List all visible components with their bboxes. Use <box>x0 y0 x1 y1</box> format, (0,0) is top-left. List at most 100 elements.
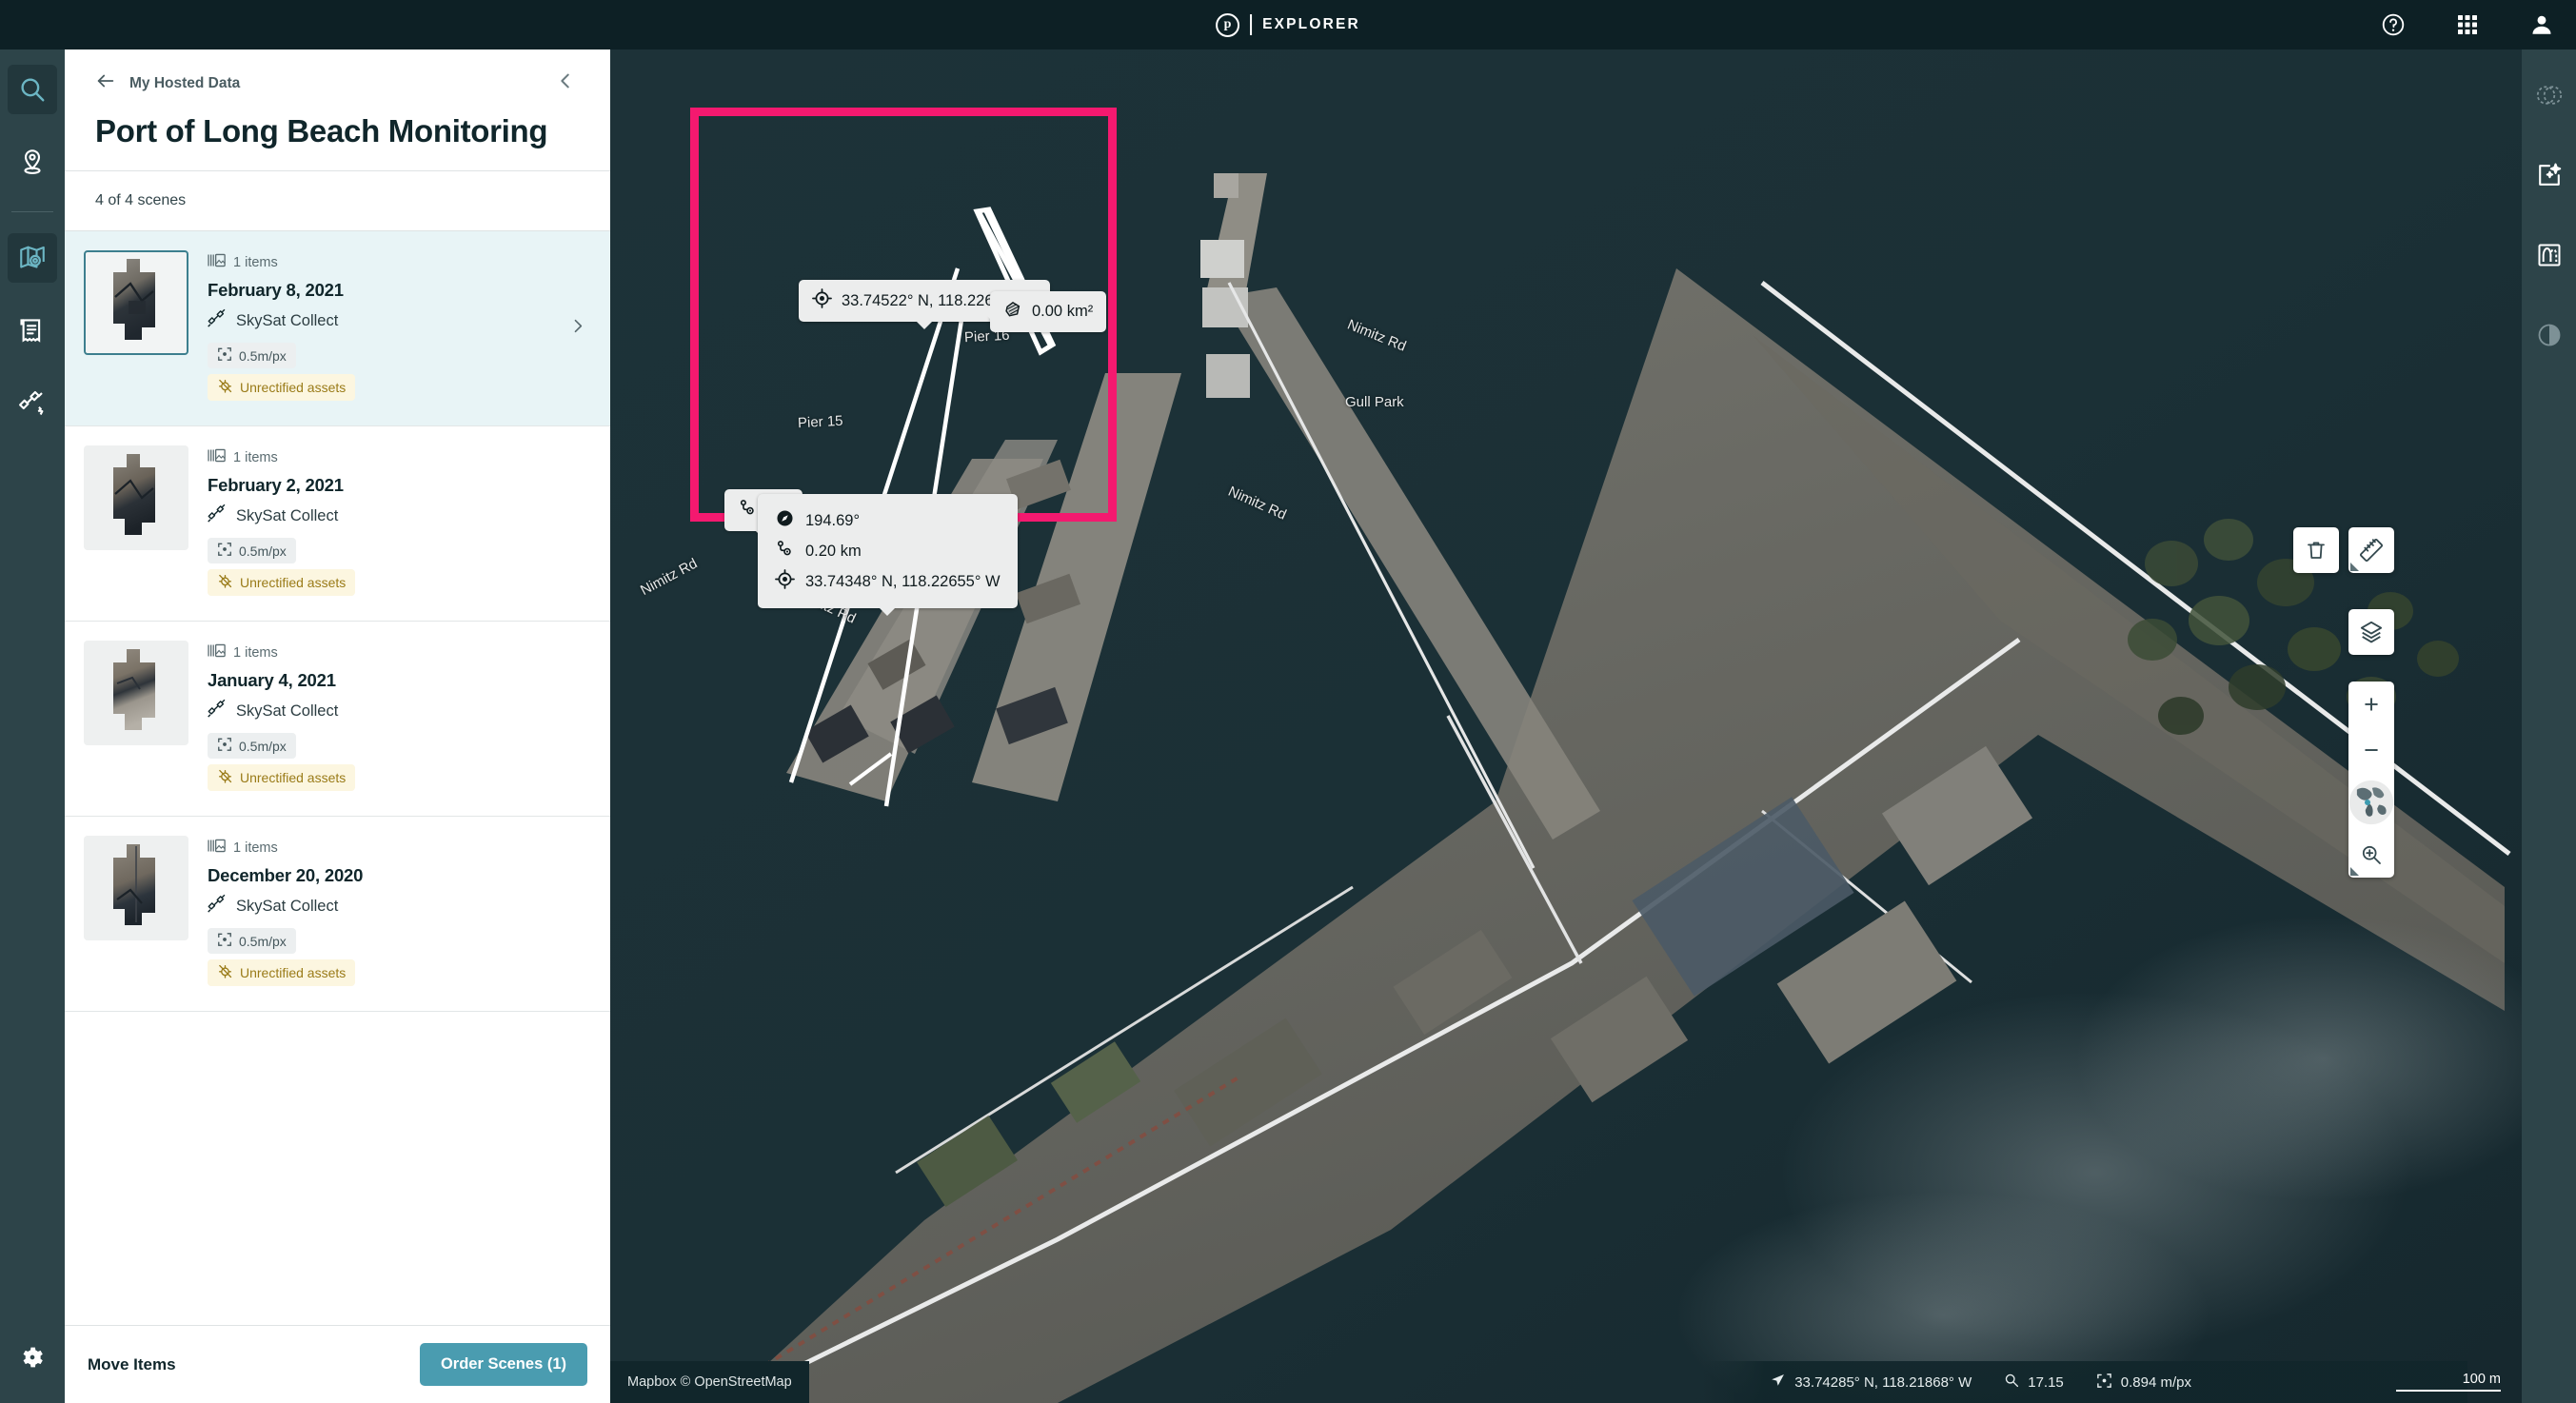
scene-info: 1 items February 2, 2021 SkySat Collect <box>208 445 591 602</box>
topbar-actions <box>2380 11 2555 38</box>
left-rail <box>0 49 65 1403</box>
image-sparkle-icon[interactable] <box>2528 154 2570 196</box>
resolution-value: 0.5m/px <box>239 543 287 559</box>
brand-logo-letter: p <box>1223 17 1232 31</box>
satellite-icon <box>208 504 228 528</box>
page-title: Port of Long Beach Monitoring <box>95 113 548 148</box>
items-row: 1 items <box>208 838 591 859</box>
resolution-chip: 0.5m/px <box>208 733 296 760</box>
map-resolution: 0.894 m/px <box>2096 1373 2191 1393</box>
zoom-level: 17.15 <box>2004 1373 2064 1392</box>
scene-source: SkySat Collect <box>236 702 339 720</box>
settings-gear-icon[interactable] <box>8 1333 57 1382</box>
map-scale-bar: 100 m <box>2396 1372 2501 1392</box>
sidebar-item-saved-places[interactable] <box>8 137 57 187</box>
measure-coordinate-value: 33.74348° N, 118.22655° W <box>805 572 1001 590</box>
map-view[interactable]: Pier 15 Pier 16 Gull Park Nimitz Rd Nimi… <box>610 49 2522 1403</box>
resolution-value: 0.894 m/px <box>2120 1373 2191 1391</box>
top-bar: p EXPLORER <box>0 0 2576 49</box>
brand-divider <box>1250 14 1253 35</box>
items-count: 1 items <box>233 645 278 662</box>
compass-bearing-icon <box>775 508 795 533</box>
list-item[interactable]: 1 items December 20, 2020 SkySat Collect <box>65 817 610 1013</box>
list-item[interactable]: 1 items February 8, 2021 SkySat Collect <box>65 231 610 427</box>
scene-source: SkySat Collect <box>236 506 339 524</box>
satellite-icon <box>208 308 228 333</box>
sidebar-item-tasking[interactable] <box>8 378 57 427</box>
zoom-out-button[interactable]: − <box>2348 727 2394 773</box>
search-area-button[interactable] <box>2348 832 2394 878</box>
help-circle-icon[interactable] <box>2380 11 2407 38</box>
resolution-chip: 0.5m/px <box>208 343 296 369</box>
resolution-value: 0.5m/px <box>239 933 287 949</box>
items-row: 1 items <box>208 642 591 663</box>
warning-chip: Unrectified assets <box>208 374 356 402</box>
measurement-tooltip: 194.69° 0.20 km 33.74348° N, 118.22655° … <box>758 494 1018 616</box>
planet-logo-icon: p <box>1216 12 1240 37</box>
list-item[interactable]: 1 items February 2, 2021 SkySat Collect <box>65 426 610 622</box>
unrectified-icon <box>217 768 233 787</box>
scene-date: January 4, 2021 <box>208 670 336 691</box>
scene-source: SkySat Collect <box>236 897 339 915</box>
scene-source-row: SkySat Collect <box>208 699 591 723</box>
grid-apps-icon[interactable] <box>2454 11 2481 38</box>
scene-date: February 2, 2021 <box>208 475 344 496</box>
sidebar-item-search[interactable] <box>8 65 57 114</box>
resolution-value: 0.5m/px <box>239 738 287 754</box>
user-account-icon[interactable] <box>2528 11 2555 38</box>
warning-chip: Unrectified assets <box>208 959 356 987</box>
tool-active-indicator <box>2350 867 2359 876</box>
warning-label: Unrectified assets <box>240 575 347 591</box>
cursor-coordinates: 33.74285° N, 118.21868° W <box>1770 1373 1972 1393</box>
chevron-right-icon[interactable] <box>568 317 587 341</box>
warning-label: Unrectified assets <box>240 965 347 981</box>
zoom-value: 17.15 <box>2028 1373 2064 1391</box>
items-count: 1 items <box>233 840 278 857</box>
move-items-button[interactable]: Move Items <box>88 1355 176 1374</box>
scene-thumbnail <box>84 250 188 356</box>
cursor-arrow-icon <box>1770 1373 1786 1393</box>
brand: p EXPLORER <box>1216 12 1360 37</box>
scene-source-row: SkySat Collect <box>208 308 591 333</box>
sidebar-item-orders[interactable] <box>8 306 57 355</box>
layers-button[interactable] <box>2348 609 2394 655</box>
compare-circles-icon[interactable] <box>2528 74 2570 116</box>
unrectified-icon <box>217 963 233 982</box>
warning-chip: Unrectified assets <box>208 764 356 792</box>
breadcrumb[interactable]: My Hosted Data <box>95 70 240 96</box>
trash-icon <box>2293 527 2339 573</box>
list-item[interactable]: 1 items January 4, 2021 SkySat Collect 0… <box>65 622 610 818</box>
scene-source-row: SkySat Collect <box>208 504 591 528</box>
hosted-data-panel: My Hosted Data Port of Long Beach Monito… <box>65 49 610 1403</box>
scene-count: 4 of 4 scenes <box>95 192 187 209</box>
globe-overview-button[interactable] <box>2348 773 2394 832</box>
polygon-area-icon <box>1003 300 1022 324</box>
zoom-in-button[interactable]: + <box>2348 682 2394 727</box>
scene-source-row: SkySat Collect <box>208 894 591 919</box>
order-scenes-button[interactable]: Order Scenes (1) <box>419 1343 587 1386</box>
sidebar-item-my-hosted-data[interactable] <box>8 233 57 283</box>
items-count: 1 items <box>233 255 278 271</box>
image-stack-icon <box>208 642 226 663</box>
warning-label: Unrectified assets <box>240 380 347 396</box>
arrow-left-icon <box>95 70 116 96</box>
rail-divider <box>11 211 53 212</box>
crosshair-target-icon <box>812 288 832 313</box>
warning-label: Unrectified assets <box>240 770 347 786</box>
delete-measurement-button[interactable] <box>2293 527 2339 573</box>
chevron-left-icon[interactable] <box>555 70 580 96</box>
distance-value: 0.20 km <box>805 542 862 560</box>
histogram-curve-icon[interactable] <box>2528 234 2570 276</box>
brightness-half-icon[interactable] <box>2528 314 2570 356</box>
scene-source: SkySat Collect <box>236 311 339 329</box>
measure-tool-button[interactable] <box>2348 527 2394 573</box>
image-stack-icon <box>208 252 226 273</box>
map-status-bar: 33.74285° N, 118.21868° W 17.15 0.894 m/… <box>1703 1361 2467 1403</box>
resolution-chip: 0.5m/px <box>208 928 296 955</box>
scale-line <box>2396 1390 2501 1392</box>
breadcrumb-label: My Hosted Data <box>129 74 241 91</box>
area-value: 0.00 km² <box>1032 303 1094 320</box>
scene-date: December 20, 2020 <box>208 865 364 886</box>
magnifier-icon <box>2004 1373 2019 1392</box>
bearing-value: 194.69° <box>805 511 861 529</box>
